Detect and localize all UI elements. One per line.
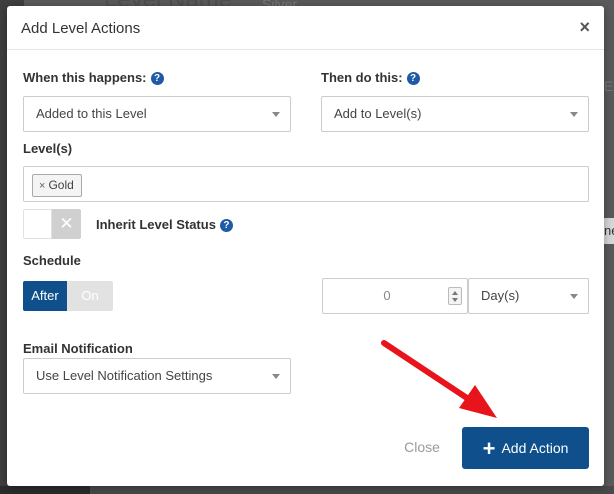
background-footer-left <box>0 486 90 494</box>
toggle-off-icon: ✕ <box>52 209 81 239</box>
email-notification-value: Use Level Notification Settings <box>36 368 213 383</box>
email-notification-label: Email Notification <box>23 341 133 356</box>
trigger-label-text: When this happens: <box>23 70 147 85</box>
level-tag: × Gold <box>32 174 82 197</box>
chevron-down-icon <box>272 374 280 379</box>
modal-header: Add Level Actions × <box>7 6 604 50</box>
add-action-label: Add Action <box>501 440 569 456</box>
close-button[interactable]: Close <box>397 436 447 458</box>
trigger-select[interactable]: Added to this Level <box>23 96 291 132</box>
schedule-after-button[interactable]: After <box>23 281 67 311</box>
trigger-select-value: Added to this Level <box>36 106 147 121</box>
tag-remove-icon[interactable]: × <box>39 180 45 192</box>
level-tag-label: Gold <box>48 178 74 192</box>
action-select-value: Add to Level(s) <box>334 106 422 121</box>
action-label: Then do this:? <box>321 70 420 85</box>
levels-label: Level(s) <box>23 141 73 156</box>
chevron-down-icon <box>272 112 280 117</box>
inherit-label: Inherit Level Status? <box>96 217 233 232</box>
schedule-mode-toggle: After On <box>23 281 113 311</box>
modal-title: Add Level Actions <box>21 20 141 37</box>
add-action-button[interactable]: + Add Action <box>462 427 589 469</box>
inherit-label-text: Inherit Level Status <box>96 217 216 232</box>
stepper-icon[interactable] <box>448 287 462 305</box>
inherit-status-toggle[interactable]: ✕ <box>23 209 81 239</box>
background-footer <box>0 486 614 494</box>
action-label-text: Then do this: <box>321 70 403 85</box>
question-circle-icon[interactable]: ? <box>406 72 420 85</box>
plus-icon: + <box>482 436 496 461</box>
close-icon[interactable]: × <box>579 18 590 36</box>
background-right-text: En <box>604 78 614 94</box>
schedule-amount-value: 0 <box>383 288 391 303</box>
chevron-down-icon <box>570 294 578 299</box>
add-level-actions-modal: Add Level Actions × When this happens:? … <box>7 6 604 486</box>
schedule-label: Schedule <box>23 253 81 268</box>
levels-tag-input[interactable]: × Gold <box>23 166 589 202</box>
schedule-unit-select[interactable]: Day(s) <box>468 278 589 314</box>
action-select[interactable]: Add to Level(s) <box>321 96 589 132</box>
email-notification-select[interactable]: Use Level Notification Settings <box>23 358 291 394</box>
schedule-amount-input[interactable]: 0 <box>322 278 468 314</box>
schedule-unit-value: Day(s) <box>481 288 520 303</box>
stepper-up-icon[interactable] <box>452 291 458 295</box>
question-circle-icon[interactable]: ? <box>219 219 233 232</box>
chevron-down-icon <box>570 112 578 117</box>
toggle-knob <box>23 209 52 239</box>
trigger-label: When this happens:? <box>23 70 164 85</box>
schedule-on-button[interactable]: On <box>67 281 113 311</box>
stepper-down-icon[interactable] <box>452 298 458 302</box>
background-right-tab: ne <box>604 218 614 244</box>
question-circle-icon[interactable]: ? <box>150 72 164 85</box>
